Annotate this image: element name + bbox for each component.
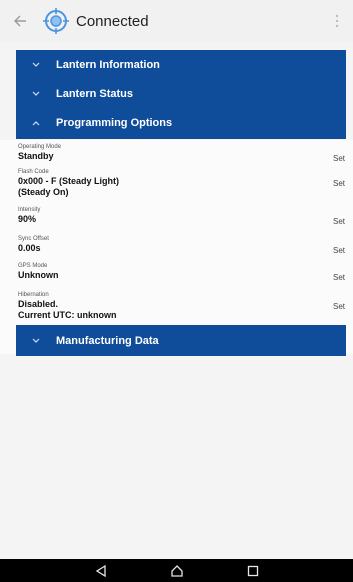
system-nav-bar	[0, 559, 353, 582]
section-label: Manufacturing Data	[56, 334, 159, 347]
accordion-panel-top: Lantern Information Lantern Status Progr…	[16, 50, 346, 139]
set-button[interactable]: Set	[333, 217, 345, 226]
chevron-up-icon	[30, 117, 42, 129]
setting-value: 90%	[18, 214, 37, 224]
nav-back-button[interactable]	[92, 562, 110, 580]
setting-intensity: Intensity 90% Set	[0, 206, 353, 226]
set-button[interactable]: Set	[333, 179, 345, 188]
setting-value: 0x000 - F (Steady Light)	[18, 176, 120, 186]
chevron-down-icon	[30, 88, 42, 100]
chevron-down-icon	[30, 335, 42, 347]
setting-operating-mode: Operating Mode Standby Set	[0, 143, 353, 163]
setting-value-line2: (Steady On)	[18, 187, 69, 197]
nav-recents-icon	[247, 565, 258, 576]
section-label: Lantern Information	[56, 58, 160, 71]
setting-value: 0.00s	[18, 243, 41, 253]
section-lantern-status[interactable]: Lantern Status	[16, 79, 346, 108]
section-label: Lantern Status	[56, 87, 134, 100]
setting-label: Intensity	[18, 207, 41, 213]
set-button[interactable]: Set	[333, 154, 345, 163]
nav-home-icon	[170, 564, 183, 577]
set-button[interactable]: Set	[333, 246, 345, 255]
setting-sync-offset: Sync Offset 0.00s Set	[0, 235, 353, 255]
accordion-panel-bottom: Manufacturing Data	[16, 325, 346, 356]
setting-label: GPS Mode	[18, 263, 48, 269]
section-label: Programming Options	[56, 116, 173, 129]
setting-gps-mode: GPS Mode Unknown Set	[0, 262, 353, 282]
setting-hibernation: Hibernation Disabled. Current UTC: unkno…	[0, 291, 353, 321]
setting-value-line2: Current UTC: unknown	[18, 310, 117, 320]
nav-home-button[interactable]	[168, 562, 186, 580]
setting-label: Operating Mode	[18, 144, 62, 150]
setting-value: Disabled.	[18, 299, 59, 309]
more-button[interactable]	[327, 0, 347, 42]
setting-label: Flash Code	[18, 169, 49, 175]
section-manufacturing-data[interactable]: Manufacturing Data	[16, 325, 346, 356]
section-lantern-information[interactable]: Lantern Information	[16, 50, 346, 79]
app-bar: Connected	[0, 0, 353, 42]
setting-value: Standby	[18, 151, 54, 161]
lantern-target-icon	[42, 7, 70, 35]
setting-flash-code: Flash Code 0x000 - F (Steady Light) (Ste…	[0, 168, 353, 198]
section-programming-options[interactable]: Programming Options	[16, 108, 346, 137]
nav-back-icon	[95, 564, 106, 577]
back-arrow-icon	[14, 15, 26, 27]
setting-label: Sync Offset	[18, 236, 49, 242]
setting-value: Unknown	[18, 270, 59, 280]
more-vert-icon	[335, 14, 339, 28]
set-button[interactable]: Set	[333, 302, 345, 311]
back-button[interactable]	[6, 0, 34, 42]
chevron-down-icon	[30, 59, 42, 71]
nav-recents-button[interactable]	[244, 562, 262, 580]
setting-label: Hibernation	[18, 292, 49, 298]
programming-options-content: Operating Mode Standby Set Flash Code 0x…	[0, 140, 353, 354]
page-title: Connected	[76, 12, 149, 30]
set-button[interactable]: Set	[333, 273, 345, 282]
